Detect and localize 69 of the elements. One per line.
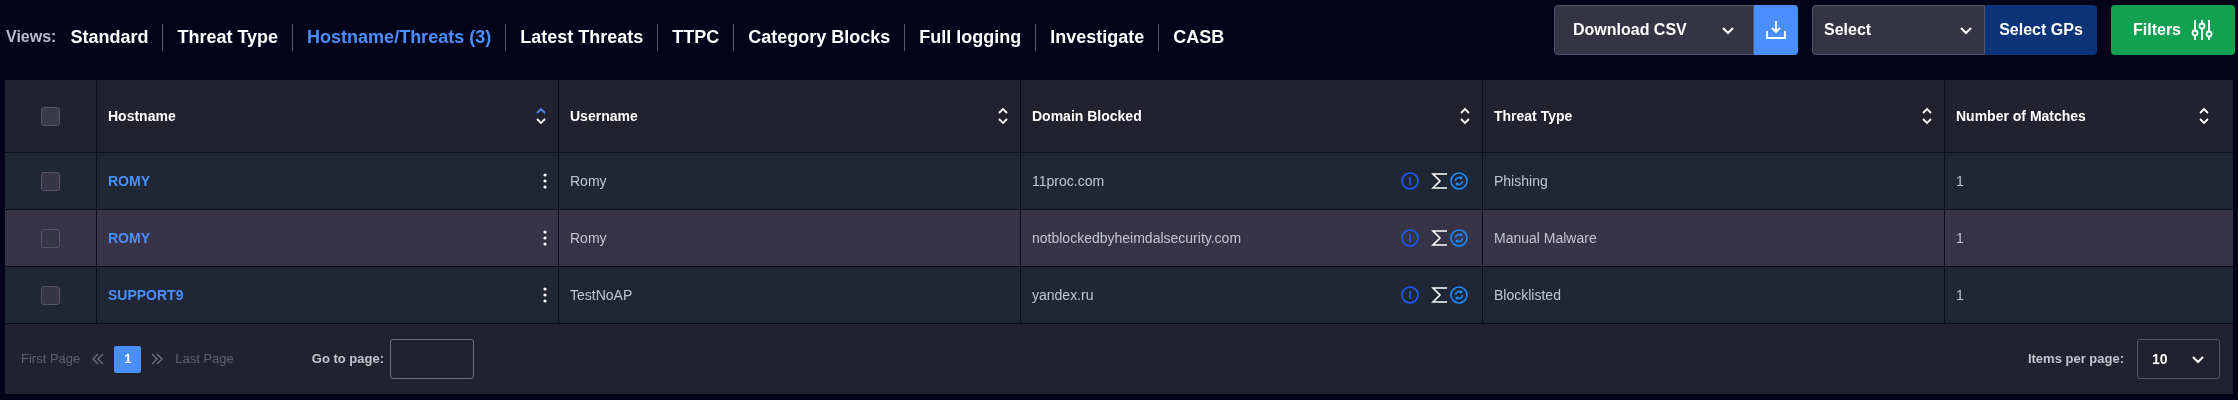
info-icon[interactable] — [1401, 172, 1419, 190]
hostname-link[interactable]: ROMY — [108, 227, 150, 249]
view-tab[interactable]: Standard — [70, 23, 163, 51]
refresh-icon[interactable] — [1450, 172, 1468, 190]
sort-icon[interactable] — [1459, 107, 1471, 125]
table-cell-text: 1 — [1956, 228, 1964, 248]
hostname-link[interactable]: SUPPORT9 — [108, 284, 184, 306]
view-tab[interactable]: Category Blocks — [733, 23, 905, 51]
goto-label: Go to page: — [311, 350, 384, 369]
sort-icon[interactable] — [997, 107, 1009, 125]
info-icon[interactable] — [1401, 229, 1419, 247]
download-dropdown[interactable]: Download CSV — [1554, 5, 1754, 55]
view-tab[interactable]: Investigate — [1035, 23, 1159, 51]
table-cell-text: TestNoAP — [570, 285, 633, 305]
table-cell-text: 1 — [1956, 285, 1964, 305]
table-cell-text: 1 — [1956, 171, 1964, 191]
column-header[interactable]: Threat Type — [1494, 105, 1573, 127]
double-chevron-left-icon[interactable] — [92, 353, 105, 365]
table-cell-text: Romy — [570, 228, 607, 248]
sigma-icon[interactable] — [1431, 286, 1449, 304]
view-tab[interactable]: Full logging — [904, 23, 1036, 51]
table-cell-text: yandex.ru — [1032, 285, 1094, 305]
row-checkbox[interactable] — [41, 171, 60, 191]
column-header[interactable]: Number of Matches — [1956, 105, 2086, 127]
column-header[interactable]: Hostname — [108, 105, 176, 127]
items-per-page-dropdown[interactable]: 10 — [2137, 339, 2220, 379]
view-tab[interactable]: Latest Threats — [505, 23, 658, 51]
items-per-page-label: Items per page: — [2027, 350, 2124, 369]
table-cell-text: Blocklisted — [1494, 285, 1561, 305]
more-icon[interactable] — [543, 287, 547, 303]
refresh-icon[interactable] — [1450, 286, 1468, 304]
select-all-checkbox[interactable] — [41, 106, 60, 126]
double-chevron-right-icon[interactable] — [151, 353, 164, 365]
hostname-link[interactable]: ROMY — [108, 170, 150, 192]
sort-icon[interactable] — [1921, 107, 1933, 125]
table-row[interactable]: ROMY Romy notblockedbyheimdalsecurity.com Manual Malware 1 — [5, 210, 2233, 267]
caret-icon — [1721, 25, 1735, 35]
table-cell-text: Manual Malware — [1494, 228, 1597, 248]
table-cell-text: Romy — [570, 171, 607, 191]
select-gps-button[interactable]: Select GPs — [1985, 5, 2097, 55]
download-icon — [1765, 19, 1787, 41]
more-icon[interactable] — [543, 173, 547, 189]
table-row[interactable]: SUPPORT9 TestNoAP yandex.ru Blocklisted 1 — [5, 267, 2233, 324]
column-header[interactable]: Username — [570, 105, 638, 127]
sort-icon[interactable] — [2198, 107, 2210, 125]
sort-icon[interactable] — [535, 107, 547, 125]
view-tab[interactable]: TTPC — [657, 23, 734, 51]
view-tab[interactable]: Threat Type — [162, 23, 293, 51]
more-icon[interactable] — [543, 230, 547, 246]
table-row[interactable]: ROMY Romy 11proc.com Phishing 1 — [5, 153, 2233, 210]
column-header[interactable]: Domain Blocked — [1032, 105, 1142, 127]
info-icon[interactable] — [1401, 286, 1419, 304]
view-tab[interactable]: Hostname/Threats (3) — [292, 23, 506, 51]
sigma-icon[interactable] — [1431, 172, 1449, 190]
refresh-icon[interactable] — [1450, 229, 1468, 247]
views-label: Views: — [6, 27, 57, 47]
table-cell-text: 11proc.com — [1032, 171, 1105, 191]
page-input[interactable] — [390, 339, 474, 379]
view-tab[interactable]: CASB — [1158, 23, 1239, 51]
sliders-icon — [2191, 18, 2213, 42]
sigma-icon[interactable] — [1431, 229, 1449, 247]
download-button[interactable] — [1754, 5, 1798, 55]
caret-icon — [1959, 25, 1973, 35]
table-cell-text: notblockedbyheimdalsecurity.com — [1032, 228, 1242, 248]
select-dropdown[interactable]: Select — [1812, 5, 1985, 55]
caret-icon — [2191, 354, 2205, 364]
row-checkbox[interactable] — [41, 285, 60, 305]
table-cell-text: Phishing — [1494, 171, 1548, 191]
row-checkbox[interactable] — [41, 228, 60, 248]
